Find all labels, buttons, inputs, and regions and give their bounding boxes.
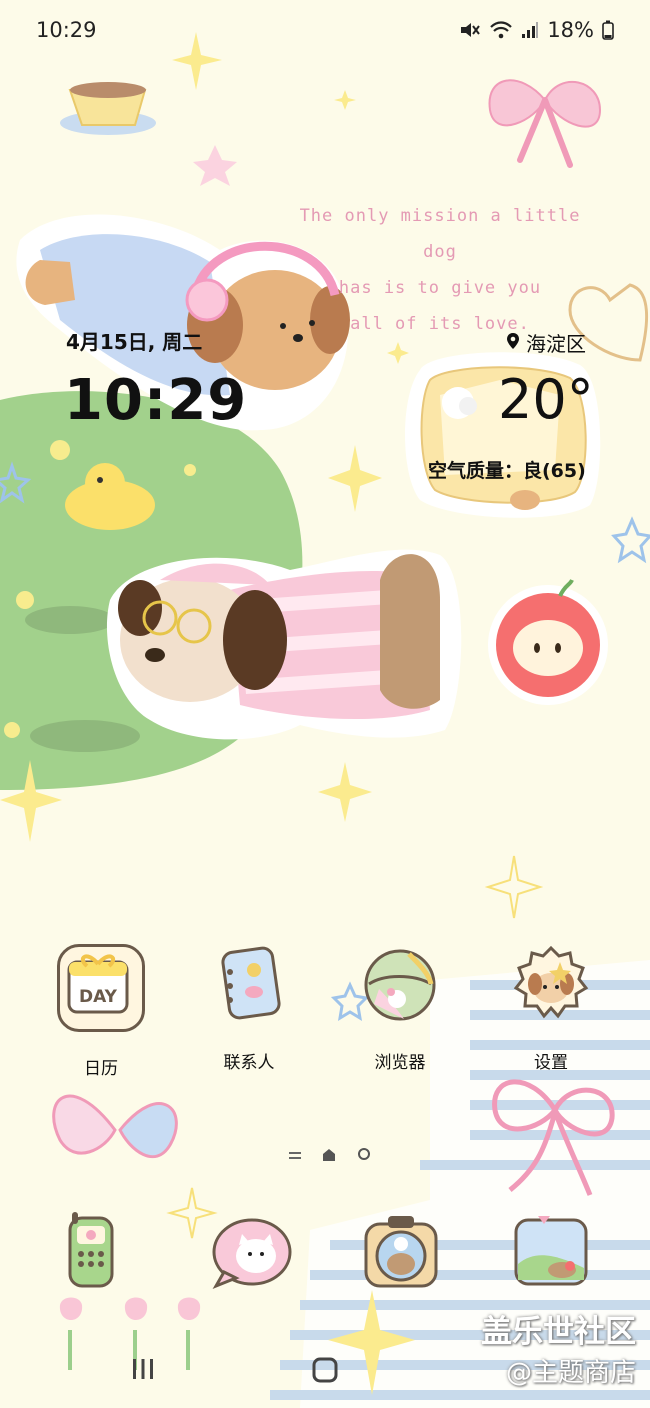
quote-line: has is to give you bbox=[338, 278, 542, 298]
app-label: 浏览器 bbox=[374, 1053, 426, 1073]
app-contacts[interactable]: 联系人 bbox=[194, 944, 304, 1073]
weather-temperature[interactable]: 20° bbox=[498, 368, 594, 431]
battery-icon bbox=[602, 20, 614, 40]
dock-messages[interactable] bbox=[206, 1210, 296, 1292]
browser-icon[interactable] bbox=[359, 944, 441, 1026]
widget-date[interactable]: 4月15日, 周二 bbox=[66, 326, 202, 355]
dock-gallery[interactable] bbox=[510, 1210, 592, 1292]
camera-icon[interactable] bbox=[360, 1210, 442, 1292]
app-label: 联系人 bbox=[223, 1053, 275, 1073]
mute-icon bbox=[459, 20, 481, 40]
quote-line: The only mission a little dog bbox=[299, 206, 581, 262]
settings-icon[interactable] bbox=[510, 944, 592, 1026]
dock-camera[interactable] bbox=[360, 1210, 442, 1292]
wallpaper-quote: The only mission a little dog has is to … bbox=[280, 198, 600, 342]
dock-phone[interactable] bbox=[50, 1210, 132, 1292]
calendar-icon[interactable]: DAY bbox=[57, 944, 145, 1032]
page-dot[interactable] bbox=[357, 1146, 371, 1165]
app-browser[interactable]: 浏览器 bbox=[345, 944, 455, 1073]
app-settings[interactable]: 设置 bbox=[496, 944, 606, 1073]
contacts-icon[interactable] bbox=[208, 944, 290, 1026]
weather-cloud-icon bbox=[440, 384, 480, 424]
status-time: 10:29 bbox=[36, 18, 97, 42]
widget-clock[interactable]: 10:29 bbox=[64, 368, 247, 433]
navigation-bar bbox=[0, 1338, 650, 1398]
page-indicator[interactable] bbox=[289, 1146, 371, 1165]
status-icons: 18% bbox=[459, 18, 614, 42]
location-label: 海淀区 bbox=[526, 332, 586, 356]
app-label: 日历 bbox=[84, 1059, 118, 1079]
svg-text:DAY: DAY bbox=[79, 987, 118, 1007]
recents-button[interactable] bbox=[130, 1356, 156, 1386]
app-label: 设置 bbox=[534, 1053, 568, 1073]
home-button[interactable] bbox=[311, 1356, 339, 1388]
wifi-icon bbox=[489, 20, 513, 40]
home-page-icon[interactable] bbox=[323, 1146, 335, 1165]
messages-icon[interactable] bbox=[206, 1210, 296, 1292]
signal-icon bbox=[521, 21, 539, 39]
menu-page-icon[interactable] bbox=[289, 1146, 301, 1165]
battery-text: 18% bbox=[547, 18, 594, 42]
gallery-icon[interactable] bbox=[510, 1210, 592, 1292]
phone-icon[interactable] bbox=[50, 1210, 132, 1292]
widget-location[interactable]: 海淀区 bbox=[506, 328, 586, 357]
location-pin-icon bbox=[506, 331, 520, 355]
app-calendar[interactable]: DAY 日历 bbox=[46, 944, 156, 1079]
air-quality: 空气质量：良(65) bbox=[428, 460, 586, 482]
